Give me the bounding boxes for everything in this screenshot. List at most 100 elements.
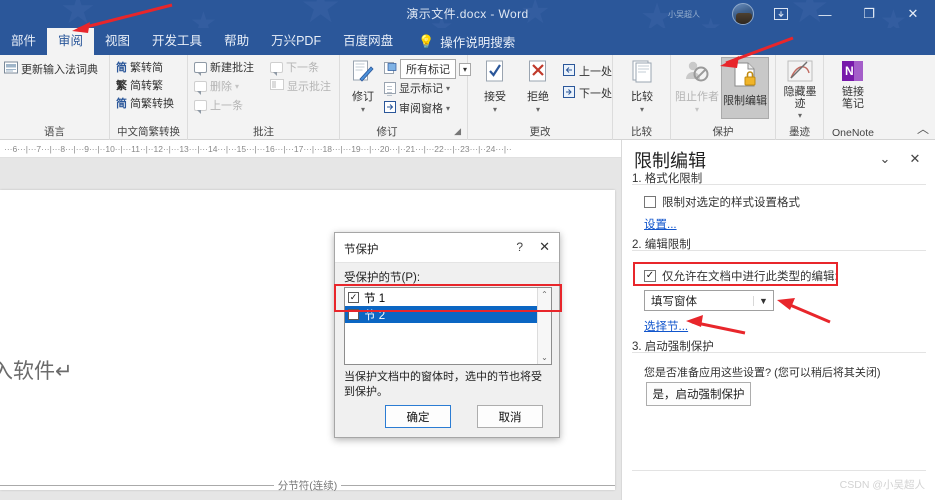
ribbon-item-show-markup[interactable]: 显示标记 ▾	[384, 80, 450, 96]
ribbon-item-simp-trad-convert[interactable]: 简 简繁转换	[116, 95, 174, 111]
minimize-button[interactable]: —	[803, 0, 847, 28]
section-break: 分节符(连续)	[0, 478, 615, 493]
ribbon-item-new-comment[interactable]: 新建批注	[194, 59, 254, 76]
next-comment-icon	[270, 61, 283, 76]
previous-change-icon	[563, 63, 576, 79]
ribbon-display-options-icon[interactable]	[759, 0, 803, 28]
ribbon-item-label: 简繁转换	[130, 98, 174, 110]
delete-comment-icon	[194, 80, 207, 95]
section-break-line-right	[341, 485, 615, 486]
ribbon-group-label: 保护	[712, 126, 734, 138]
ribbon-item-label: 删除	[210, 81, 232, 93]
tab-baiduwangpan[interactable]: 百度网盘	[332, 28, 404, 55]
tab-shitu[interactable]: 视图	[94, 28, 141, 55]
track-changes-icon	[352, 60, 374, 87]
markup-view-value[interactable]: 所有标记	[400, 59, 456, 79]
show-comments-icon	[270, 79, 284, 93]
cancel-button[interactable]: 取消	[477, 405, 543, 428]
chevron-down-icon[interactable]: ▾	[695, 105, 699, 114]
restore-button[interactable]: ❐	[847, 0, 891, 28]
tab-wanxingpdf[interactable]: 万兴PDF	[260, 28, 332, 55]
ribbon-group-label: 中文简繁转换	[117, 126, 180, 138]
markup-view-icon	[384, 61, 397, 77]
ribbon-item-linked-notes[interactable]: N 链接 笔记	[834, 60, 872, 110]
ribbon-group-label: 更改	[529, 126, 551, 138]
ribbon-group-onenote: N 链接 笔记 OneNote	[824, 55, 882, 140]
ribbon-item-track-changes[interactable]: 修订 ▾	[346, 60, 380, 114]
ribbon-item-hide-ink[interactable]: 隐藏墨 迹 ▾	[780, 60, 820, 120]
ribbon-item-previous-comment[interactable]: 上一条	[194, 97, 243, 114]
chevron-down-icon[interactable]: ▾	[798, 111, 802, 120]
section-break-line-left	[0, 485, 274, 486]
annotation-box-editing-restrictions	[633, 262, 838, 286]
ribbon-item-block-authors[interactable]: 阻止作者 ▾	[675, 60, 719, 114]
show-markup-icon	[384, 82, 396, 94]
ribbon-item-next-comment[interactable]: 下一条	[270, 59, 319, 76]
ribbon-item-label: 下一条	[286, 62, 319, 74]
ribbon: 更新输入法词典 语言 简 繁转简 繁 简转繁 简 简繁转换 中文简繁转换 新建批…	[0, 55, 935, 140]
ribbon-item-restrict-editing[interactable]: 限制编辑	[721, 57, 769, 119]
ribbon-item-reject[interactable]: 拒绝 ▾	[521, 60, 555, 114]
start-enforcing-protection-button[interactable]: 是，启动强制保护	[646, 382, 751, 406]
ribbon-group-label: 比较	[631, 126, 652, 138]
select-sections-link[interactable]: 选择节...	[644, 318, 688, 334]
ribbon-item-trad-to-simp[interactable]: 简 繁转简	[116, 59, 163, 75]
ribbon-item-simp-to-trad[interactable]: 繁 简转繁	[116, 77, 163, 93]
ribbon-item-compare[interactable]: 比较 ▾	[625, 60, 659, 114]
close-button[interactable]: ✕	[891, 0, 935, 28]
tracking-dialog-launcher[interactable]: ◢	[454, 126, 461, 137]
editing-type-dropdown[interactable]: 填写窗体 ▼	[644, 290, 774, 311]
ribbon-item-delete-comment[interactable]: 删除 ▾	[194, 78, 239, 95]
tab-bujian[interactable]: 部件	[0, 28, 47, 55]
ribbon-item-accept[interactable]: 接受 ▾	[478, 60, 512, 114]
ribbon-item-next-change[interactable]: 下一处	[563, 85, 612, 101]
formatting-restrictions-checkbox-row[interactable]: 限制对选定的样式设置格式	[644, 194, 800, 210]
pane-chevron-down-icon[interactable]: ⌄	[874, 148, 896, 170]
tab-shenyue[interactable]: 审阅	[47, 28, 95, 55]
collapse-ribbon-button[interactable]: ︿	[917, 120, 929, 137]
pane-close-icon[interactable]: ✕	[904, 148, 926, 170]
ok-button[interactable]: 确定	[385, 405, 451, 428]
dialog-close-icon[interactable]: ✕	[539, 239, 550, 255]
dialog-help-icon[interactable]: ?	[516, 240, 523, 254]
ribbon-group-language: 更新输入法词典 语言	[0, 55, 110, 140]
chevron-down-icon[interactable]: ▾	[235, 82, 239, 91]
section-break-label: 分节符(连续)	[277, 480, 338, 492]
ribbon-group-chinese-conversion: 简 繁转简 繁 简转繁 简 简繁转换 中文简繁转换	[110, 55, 188, 140]
chevron-down-icon[interactable]: ▾	[446, 84, 450, 93]
ribbon-item-label: 修订	[352, 91, 374, 103]
avatar[interactable]	[732, 3, 754, 25]
tab-bangzhu[interactable]: 帮助	[213, 28, 260, 55]
ribbon-group-changes: 接受 ▾ 拒绝 ▾ 上一处 下一处 更改	[468, 55, 613, 140]
chevron-down-icon[interactable]: ▾	[493, 105, 497, 114]
chevron-down-icon[interactable]: ▾	[446, 104, 450, 113]
tell-me-search[interactable]: 💡 操作说明搜索	[404, 28, 515, 55]
ribbon-item-markup-view[interactable]: 所有标记 ▾	[384, 59, 472, 79]
ribbon-item-reviewing-pane[interactable]: 审阅窗格 ▾	[384, 100, 450, 116]
chevron-down-icon[interactable]: ▼	[753, 295, 773, 306]
reject-icon	[527, 60, 549, 87]
horizontal-ruler[interactable]: ···6···|···7···|···8···|···9···|··10··|·…	[0, 140, 621, 158]
ribbon-item-update-ime-dictionary[interactable]: 更新输入法词典	[4, 61, 98, 77]
enforce-question: 您是否准备应用这些设置? (您可以稍后将其关闭)	[644, 367, 881, 379]
scroll-down-icon[interactable]: ⌄	[541, 353, 548, 362]
ribbon-group-comments: 新建批注 删除 ▾ 上一条 下一条 显示批注 批注	[188, 55, 340, 140]
ribbon-item-label: 显示标记	[399, 83, 443, 95]
word-application-window: ★ ★ ★ ★ ★ ★ ★ ★ ★ 演示文件.docx - Word 小吴超人 …	[0, 0, 935, 500]
chevron-down-icon[interactable]: ▾	[536, 105, 540, 114]
ribbon-item-label: 阻止作者	[675, 91, 719, 103]
tab-kaifagongju[interactable]: 开发工具	[141, 28, 213, 55]
ribbon-item-label: 简转繁	[130, 80, 163, 92]
tell-me-label: 操作说明搜索	[440, 36, 516, 50]
settings-link[interactable]: 设置...	[644, 216, 677, 232]
formatting-restrictions-checkbox[interactable]	[644, 196, 656, 208]
trad-to-simp-icon: 简	[116, 62, 127, 74]
chevron-down-icon[interactable]: ▾	[640, 105, 644, 114]
section-protection-dialog[interactable]: 节保护 ? ✕ 受保护的节(P): ✓ 节 1 节 2 ⌃ ⌄ 当保护文档中的窗…	[334, 232, 560, 438]
ribbon-item-previous-change[interactable]: 上一处	[563, 63, 612, 79]
formatting-restrictions-label: 限制对选定的样式设置格式	[662, 197, 800, 209]
new-comment-icon	[194, 61, 207, 76]
ribbon-item-show-comments[interactable]: 显示批注	[270, 78, 331, 94]
user-name-label: 小吴超人	[668, 10, 700, 19]
chevron-down-icon[interactable]: ▾	[361, 105, 365, 114]
